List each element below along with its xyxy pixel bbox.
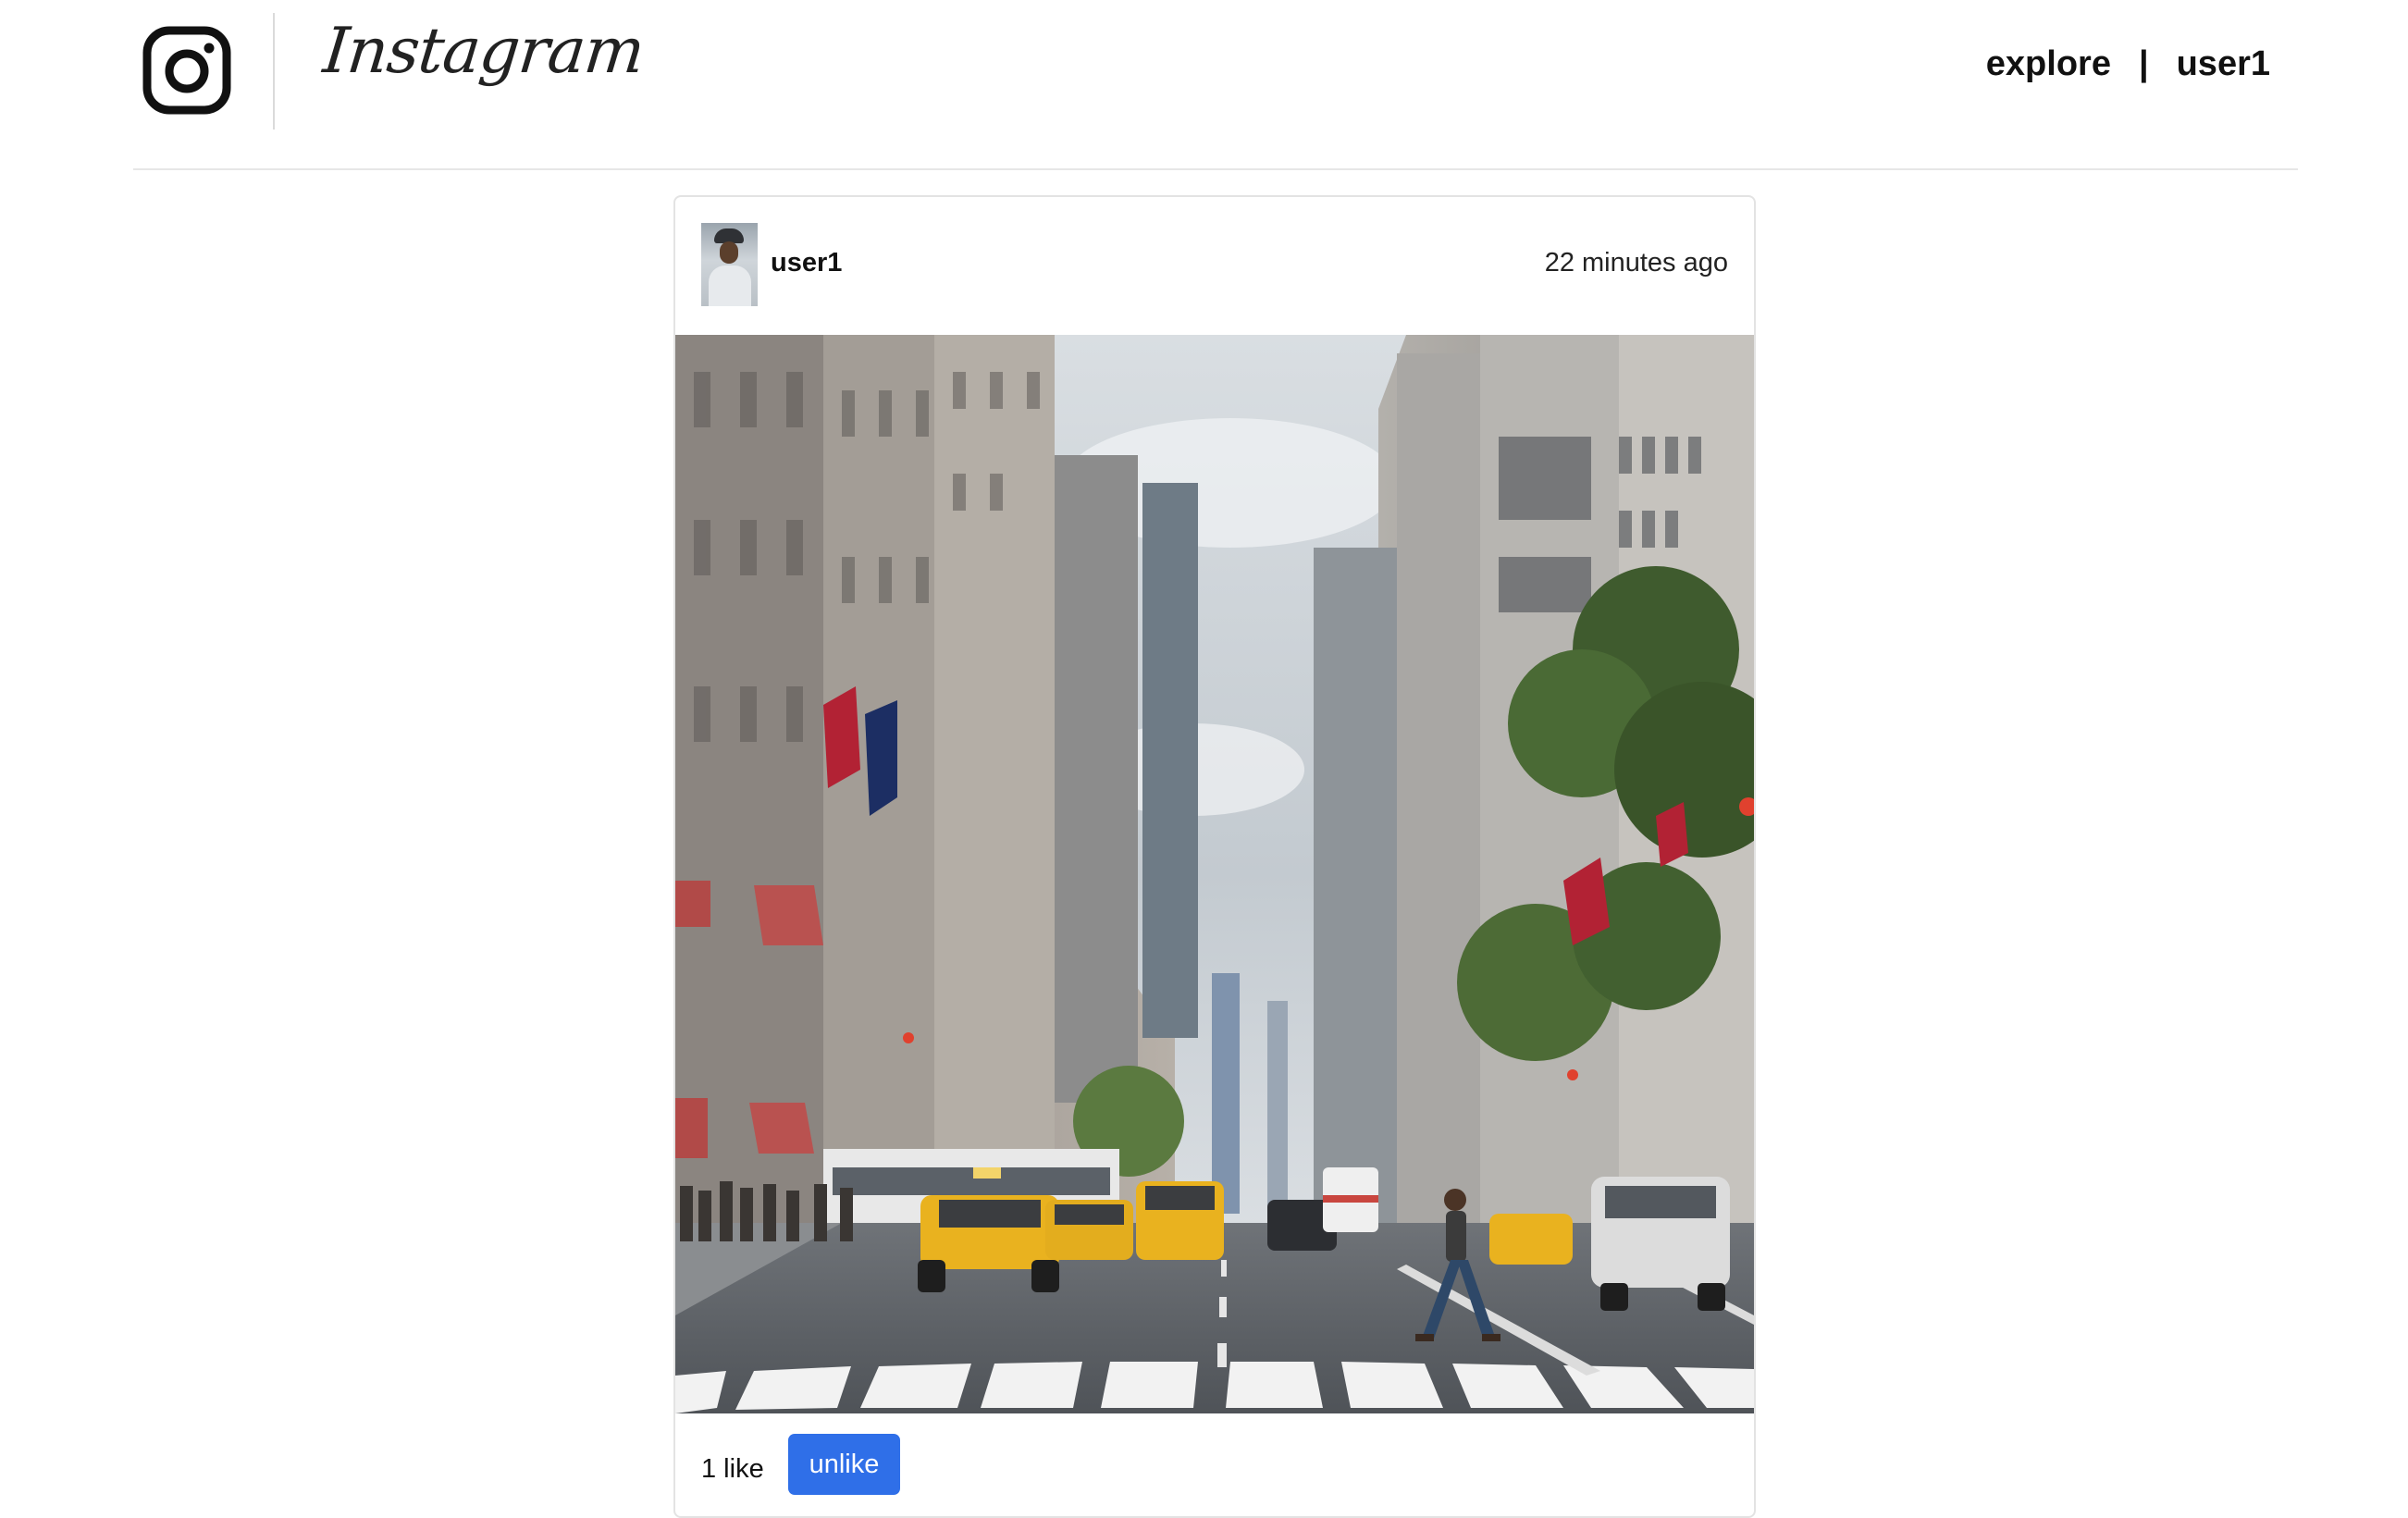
- post-image[interactable]: [675, 335, 1754, 1413]
- header-divider: [273, 13, 275, 130]
- nav-user-link[interactable]: user1: [2177, 46, 2270, 81]
- nav-separator: |: [2138, 44, 2149, 83]
- brand-wordmark[interactable]: Instagram: [320, 15, 648, 88]
- instagram-camera-icon[interactable]: [142, 26, 231, 115]
- top-nav: explore | user1: [1986, 46, 2270, 81]
- taxi-middle: [1045, 1200, 1133, 1260]
- post-header: user1 22 minutes ago: [675, 197, 1754, 335]
- top-header: Instagram explore | user1: [133, 0, 2298, 170]
- street-photo-illustration: [675, 335, 1754, 1413]
- avatar[interactable]: [701, 223, 758, 306]
- post-username[interactable]: user1: [771, 250, 842, 277]
- post-footer: 1 like unlike: [675, 1413, 1754, 1515]
- unlike-button[interactable]: unlike: [788, 1434, 900, 1495]
- like-count: 1 like: [701, 1454, 764, 1484]
- post-card: user1 22 minutes ago 1 like unlike: [673, 195, 1756, 1518]
- post-timestamp: 22 minutes ago: [1544, 248, 1728, 278]
- nav-explore-link[interactable]: explore: [1986, 46, 2111, 81]
- taxi-right: [1136, 1181, 1224, 1260]
